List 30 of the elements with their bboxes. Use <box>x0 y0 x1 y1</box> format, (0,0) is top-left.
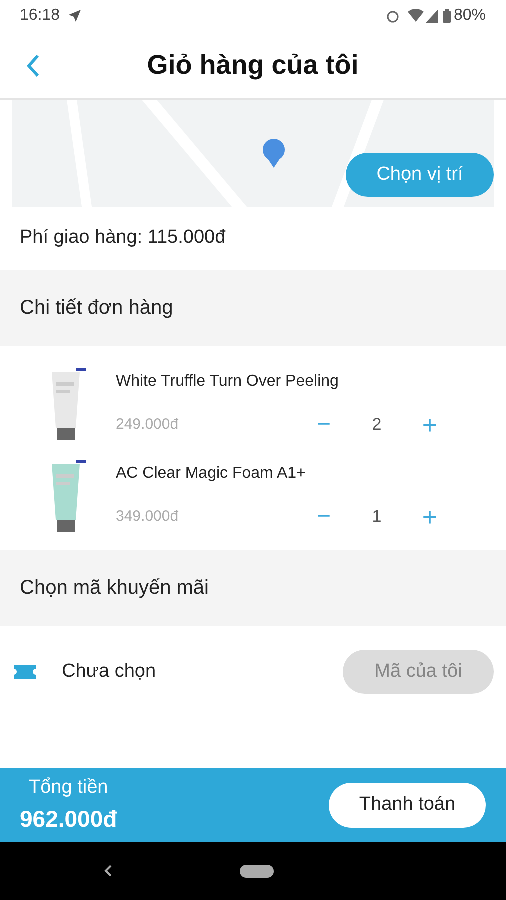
back-icon[interactable] <box>26 54 40 78</box>
alarm-icon <box>386 9 400 23</box>
send-icon <box>68 9 82 23</box>
product-price: 349.000đ <box>116 506 180 527</box>
nav-back-icon[interactable] <box>104 865 112 877</box>
increase-button[interactable]: + <box>418 504 442 530</box>
checkout-button[interactable]: Thanh toán <box>329 782 486 828</box>
ticket-icon <box>14 665 36 679</box>
product-name: White Truffle Turn Over Peeling <box>116 372 340 392</box>
product-price: 249.000đ <box>116 414 180 435</box>
product-name: AC Clear Magic Foam A1+ <box>116 464 307 484</box>
page-title: Giỏ hàng của tôi <box>147 48 359 82</box>
battery-icon <box>442 9 451 23</box>
choose-location-button[interactable]: Chọn vị trí <box>346 153 494 197</box>
total-label: Tổng tiền <box>28 776 108 800</box>
quantity: 2 <box>371 414 383 436</box>
decrease-button[interactable]: − <box>312 505 336 529</box>
shipping-fee: Phí giao hàng: 115.000đ <box>20 226 226 250</box>
decrease-button[interactable]: − <box>312 413 336 437</box>
section-title: Chọn mã khuyến mãi <box>20 576 209 601</box>
section-title: Chi tiết đơn hàng <box>20 296 174 321</box>
wifi-icon <box>408 9 424 23</box>
quantity: 1 <box>371 506 383 528</box>
promo-value: Chưa chọn <box>62 660 158 684</box>
increase-button[interactable]: + <box>418 412 442 438</box>
battery-level: 80% <box>454 6 486 26</box>
total-amount: 962.000đ <box>20 805 118 834</box>
status-time: 16:18 <box>20 6 60 26</box>
signal-icon <box>426 10 438 22</box>
home-handle[interactable] <box>240 864 274 878</box>
